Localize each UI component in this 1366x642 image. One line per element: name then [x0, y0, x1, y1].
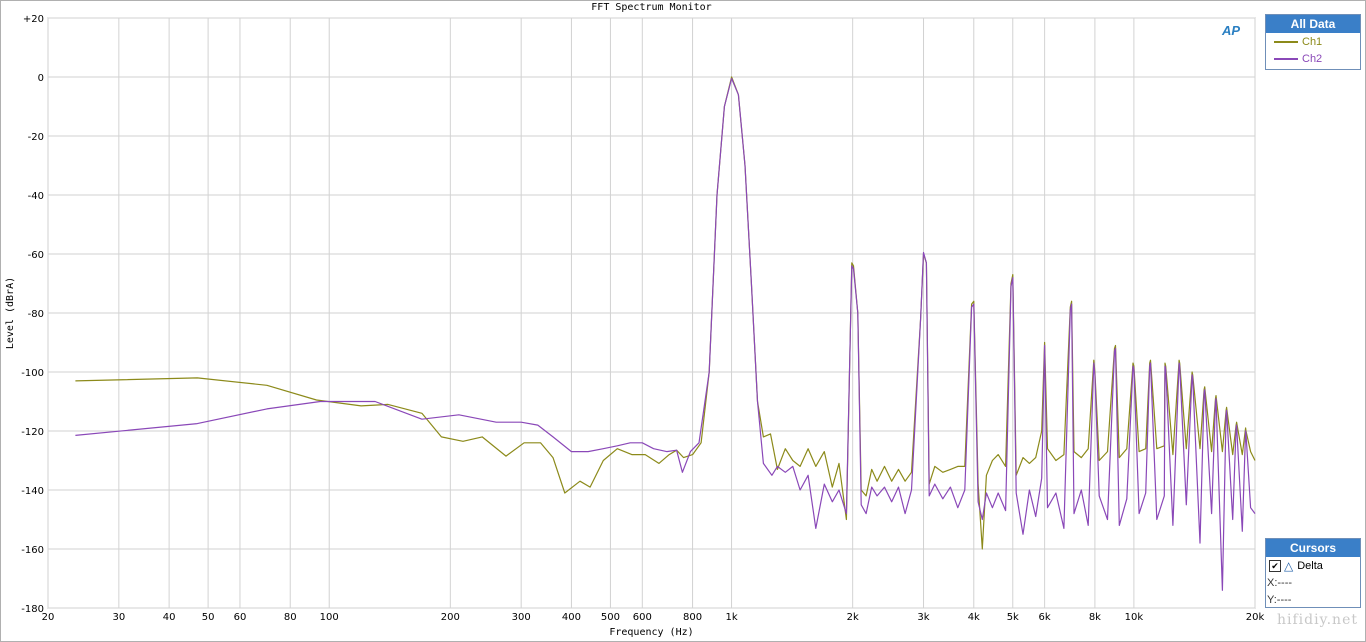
ch2-swatch	[1274, 57, 1298, 60]
ch1-swatch	[1274, 40, 1298, 43]
delta-icon: △	[1284, 558, 1294, 573]
legend-label-ch1: Ch1	[1302, 35, 1323, 48]
x-tick-label: 300	[512, 612, 531, 623]
x-tick-label: 10k	[1125, 612, 1144, 623]
cursors-header[interactable]: Cursors	[1266, 539, 1360, 557]
cursor-x-readout: X:----	[1267, 576, 1293, 589]
x-tick-label: 800	[683, 612, 702, 623]
y-tick-label: 0	[38, 73, 44, 84]
legend-item-ch2[interactable]: Ch2	[1266, 50, 1360, 67]
y-tick-label: -20	[28, 132, 44, 143]
x-tick-label: 2k	[847, 612, 859, 623]
x-tick-label: 100	[320, 612, 339, 623]
ap-logo: AP	[1222, 23, 1241, 38]
y-axis-label: Level (dBrA)	[5, 277, 16, 349]
x-tick-label: 6k	[1039, 612, 1051, 623]
x-tick-label: 80	[284, 612, 297, 623]
x-tick-label: 5k	[1007, 612, 1019, 623]
chart-title: FFT Spectrum Monitor	[591, 2, 711, 13]
y-tick-label: -120	[21, 427, 44, 438]
x-tick-label: 400	[562, 612, 581, 623]
x-tick-label: 50	[202, 612, 215, 623]
delta-row[interactable]: ✔ △ Delta	[1266, 557, 1360, 574]
legend-header[interactable]: All Data	[1266, 15, 1360, 33]
y-tick-label: -60	[28, 250, 44, 261]
y-tick-label: -100	[21, 368, 44, 379]
y-tick-label: -180	[21, 604, 44, 615]
y-tick-label: -40	[28, 191, 44, 202]
x-tick-label: 1k	[725, 612, 737, 623]
x-tick-label: 200	[441, 612, 460, 623]
delta-checkbox[interactable]: ✔	[1269, 559, 1281, 572]
x-tick-label: 8k	[1089, 612, 1101, 623]
watermark: hifidiy.net	[1276, 612, 1358, 628]
cursor-y-readout: Y:----	[1267, 593, 1292, 606]
x-axis-label: Frequency (Hz)	[609, 627, 693, 638]
x-tick-label: 20k	[1246, 612, 1265, 623]
legend-label-ch2: Ch2	[1302, 52, 1323, 65]
y-tick-label: -80	[28, 309, 44, 320]
legend-item-ch1[interactable]: Ch1	[1266, 33, 1360, 50]
x-tick-label: 60	[234, 612, 247, 623]
x-tick-label: 40	[163, 612, 176, 623]
x-tick-label: 3k	[917, 612, 929, 623]
legend-panel: All Data Ch1 Ch2	[1265, 14, 1361, 70]
x-tick-label: 500	[601, 612, 620, 623]
cursors-panel: Cursors ✔ △ Delta X:---- Y:----	[1265, 538, 1361, 608]
x-tick-label: 30	[112, 612, 125, 623]
x-tick-label: 4k	[968, 612, 980, 623]
delta-label: Delta	[1297, 559, 1323, 572]
y-tick-label: +20	[23, 14, 44, 25]
fft-chart: 20 30 40 50 60 80 100 200 300 400 500 600 800 1k 2k 3k 4…	[5, 2, 1265, 638]
y-tick-label: -140	[21, 486, 44, 497]
x-tick-label: 600	[633, 612, 652, 623]
y-tick-label: -160	[21, 545, 44, 556]
